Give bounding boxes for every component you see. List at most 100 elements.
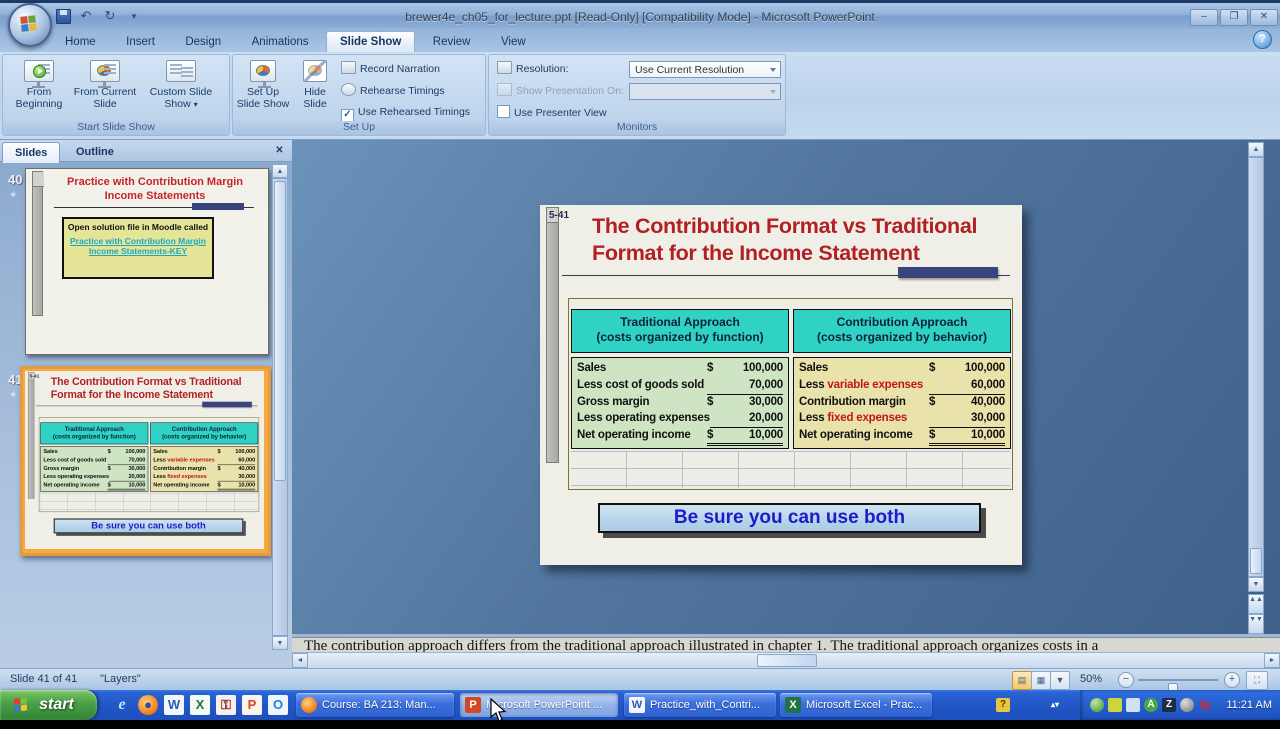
record-narration-button[interactable]: Record Narration xyxy=(341,61,440,77)
help-icon[interactable]: ? xyxy=(1253,30,1272,49)
from-beginning-button[interactable]: From Beginning xyxy=(7,58,71,120)
slide-thumbnail-41-selected[interactable]: 5-41 The Contribution Format vs Traditio… xyxy=(20,366,271,556)
table-row: Contribution margin$40,000 xyxy=(153,465,255,473)
show-presentation-on-label: Show Presentation On: xyxy=(497,83,624,99)
scrollbar-thumb[interactable] xyxy=(1250,548,1262,574)
record-narration-icon xyxy=(341,61,356,74)
firefox-icon xyxy=(301,697,317,713)
tray-icon-7[interactable]: N xyxy=(1198,698,1212,712)
previous-slide-icon[interactable]: ▲▲ xyxy=(1248,594,1264,614)
scroll-up-icon[interactable]: ▲ xyxy=(1248,142,1264,157)
powerpoint-icon[interactable]: P xyxy=(242,695,262,715)
tab-design[interactable]: Design xyxy=(172,32,234,53)
table-row: Less fixed expenses30,000 xyxy=(799,411,1005,428)
scroll-down-icon[interactable]: ▼ xyxy=(272,636,288,650)
use-presenter-view-checkbox[interactable]: Use Presenter View xyxy=(497,105,607,121)
tab-review[interactable]: Review xyxy=(420,32,484,53)
scroll-up-icon[interactable]: ▲ xyxy=(272,164,288,178)
table-row: Gross margin$30,000 xyxy=(577,395,783,412)
from-current-slide-button[interactable]: From Current Slide xyxy=(73,58,137,120)
ribbon: From Beginning From Current Slide Custom… xyxy=(0,52,1280,140)
scroll-down-icon[interactable]: ▼ xyxy=(1248,577,1264,592)
tray-icon-5[interactable]: Z xyxy=(1162,698,1176,712)
show-presentation-on-icon xyxy=(497,83,512,96)
word-icon[interactable]: W xyxy=(164,695,184,715)
zoom-in-icon[interactable]: + xyxy=(1224,672,1240,688)
tab-slides[interactable]: Slides xyxy=(2,142,60,163)
tray-icon-6[interactable] xyxy=(1180,698,1194,712)
table-row: Net operating income$10,000 xyxy=(799,428,1005,445)
tab-home[interactable]: Home xyxy=(52,32,109,53)
group-label-set-up: Set Up xyxy=(233,121,485,135)
taskbar-button-firefox-course[interactable]: Course: BA 213: Man... xyxy=(296,693,454,717)
comparison-table[interactable]: Traditional Approach (costs organized by… xyxy=(39,417,259,512)
use-rehearsed-timings-checkbox[interactable]: ✓Use Rehearsed Timings xyxy=(341,105,470,121)
excel-icon[interactable]: X xyxy=(190,695,210,715)
security-alert-icon[interactable]: ? xyxy=(996,698,1010,712)
taskbar-button-excel[interactable]: X Microsoft Excel - Prac... xyxy=(780,693,932,717)
scrollbar-thumb[interactable] xyxy=(757,654,817,667)
undo-icon[interactable]: ↶ xyxy=(77,8,95,24)
slide-page-code: 5-41 xyxy=(549,210,569,221)
tab-animations[interactable]: Animations xyxy=(239,32,322,53)
tray-icon-3[interactable] xyxy=(1126,698,1140,712)
contribution-header-cell: Contribution Approach (costs organized b… xyxy=(150,422,258,444)
close-icon[interactable]: ✕ xyxy=(272,143,287,158)
contribution-header-cell: Contribution Approach (costs organized b… xyxy=(793,309,1011,353)
tray-icon-1[interactable] xyxy=(1090,698,1104,712)
thumb41-clone: 5-41 The Contribution Format vs Traditio… xyxy=(25,371,264,549)
current-slide[interactable]: 5-41 The Contribution Format vs Traditio… xyxy=(540,205,1022,565)
tab-view[interactable]: View xyxy=(488,32,539,53)
custom-slide-show-button[interactable]: Custom Slide Show ▾ xyxy=(149,58,213,120)
tab-outline[interactable]: Outline xyxy=(64,142,126,162)
slide-title-textbox[interactable]: The Contribution Format vs Traditional F… xyxy=(592,213,1000,267)
set-up-slide-show-button[interactable]: Set Up Slide Show xyxy=(235,58,291,120)
zoom-out-icon[interactable]: − xyxy=(1118,672,1134,688)
table-row: Net operating income$10,000 xyxy=(577,428,783,445)
outlook-icon[interactable]: O xyxy=(268,695,288,715)
hide-icons-chevron-icon[interactable]: ▴▾ xyxy=(1048,698,1062,712)
slide-thumbnail-40[interactable]: Practice with Contribution Margin Income… xyxy=(25,168,269,355)
tab-insert[interactable]: Insert xyxy=(113,32,168,53)
comparison-table[interactable]: Traditional Approach (costs organized by… xyxy=(568,298,1013,490)
minimize-button[interactable]: – xyxy=(1190,9,1218,26)
banner-textbox[interactable]: Be sure you can use both xyxy=(598,503,981,533)
fit-to-window-icon[interactable]: ⛶ xyxy=(1246,671,1268,690)
windows-flag-icon xyxy=(14,697,28,712)
main-vertical-scrollbar[interactable] xyxy=(1248,157,1264,577)
horizontal-scrollbar[interactable]: ◄ ► xyxy=(292,652,1280,668)
firefox-icon[interactable]: ● xyxy=(138,695,158,715)
banner-textbox[interactable]: Be sure you can use both xyxy=(54,519,244,534)
resolution-dropdown[interactable]: Use Current Resolution xyxy=(629,61,781,78)
taskbar-button-word-practice[interactable]: W Practice_with_Contri... xyxy=(624,693,776,717)
traditional-header-cell: Traditional Approach (costs organized by… xyxy=(571,309,789,353)
internet-explorer-icon[interactable]: e xyxy=(112,695,132,715)
zoom-slider[interactable] xyxy=(1138,679,1218,681)
rehearse-timings-button[interactable]: Rehearse Timings xyxy=(341,83,445,99)
hide-slide-button[interactable]: Hide Slide xyxy=(293,58,337,120)
tab-slide-show[interactable]: Slide Show xyxy=(326,31,415,53)
redo-icon[interactable]: ↻ xyxy=(101,8,119,24)
restore-button[interactable]: ❐ xyxy=(1220,9,1248,26)
taskbar-button-powerpoint-active[interactable]: P Microsoft PowerPoint ... xyxy=(460,693,618,717)
tray-icon-2[interactable] xyxy=(1108,698,1122,712)
close-button[interactable]: ✕ xyxy=(1250,9,1278,26)
scroll-left-icon[interactable]: ◄ xyxy=(292,653,308,668)
qat-customize-icon[interactable]: ▾ xyxy=(125,8,143,24)
slide-title-textbox[interactable]: The Contribution Format vs Traditional F… xyxy=(51,375,253,402)
word-icon: W xyxy=(629,697,645,713)
slides-panel-scrollbar[interactable] xyxy=(272,178,288,636)
save-icon[interactable] xyxy=(56,9,71,24)
group-start-slide-show: From Beginning From Current Slide Custom… xyxy=(2,54,230,136)
slide-sorter-view-button[interactable]: ▦ xyxy=(1031,671,1051,690)
next-slide-icon[interactable]: ▼▼ xyxy=(1248,614,1264,634)
slide-show-view-button[interactable]: ▼ xyxy=(1050,671,1070,690)
access-key-icon[interactable]: ⚿ xyxy=(216,695,236,715)
tray-icon-4[interactable]: A xyxy=(1144,698,1158,712)
normal-view-button[interactable]: ▤ xyxy=(1012,671,1032,690)
notes-pane[interactable]: The contribution approach differs from t… xyxy=(292,637,1280,652)
office-button[interactable] xyxy=(8,3,52,47)
start-button[interactable]: start xyxy=(0,690,97,720)
scrollbar-thumb[interactable] xyxy=(274,181,286,481)
scroll-right-icon[interactable]: ► xyxy=(1264,653,1280,668)
